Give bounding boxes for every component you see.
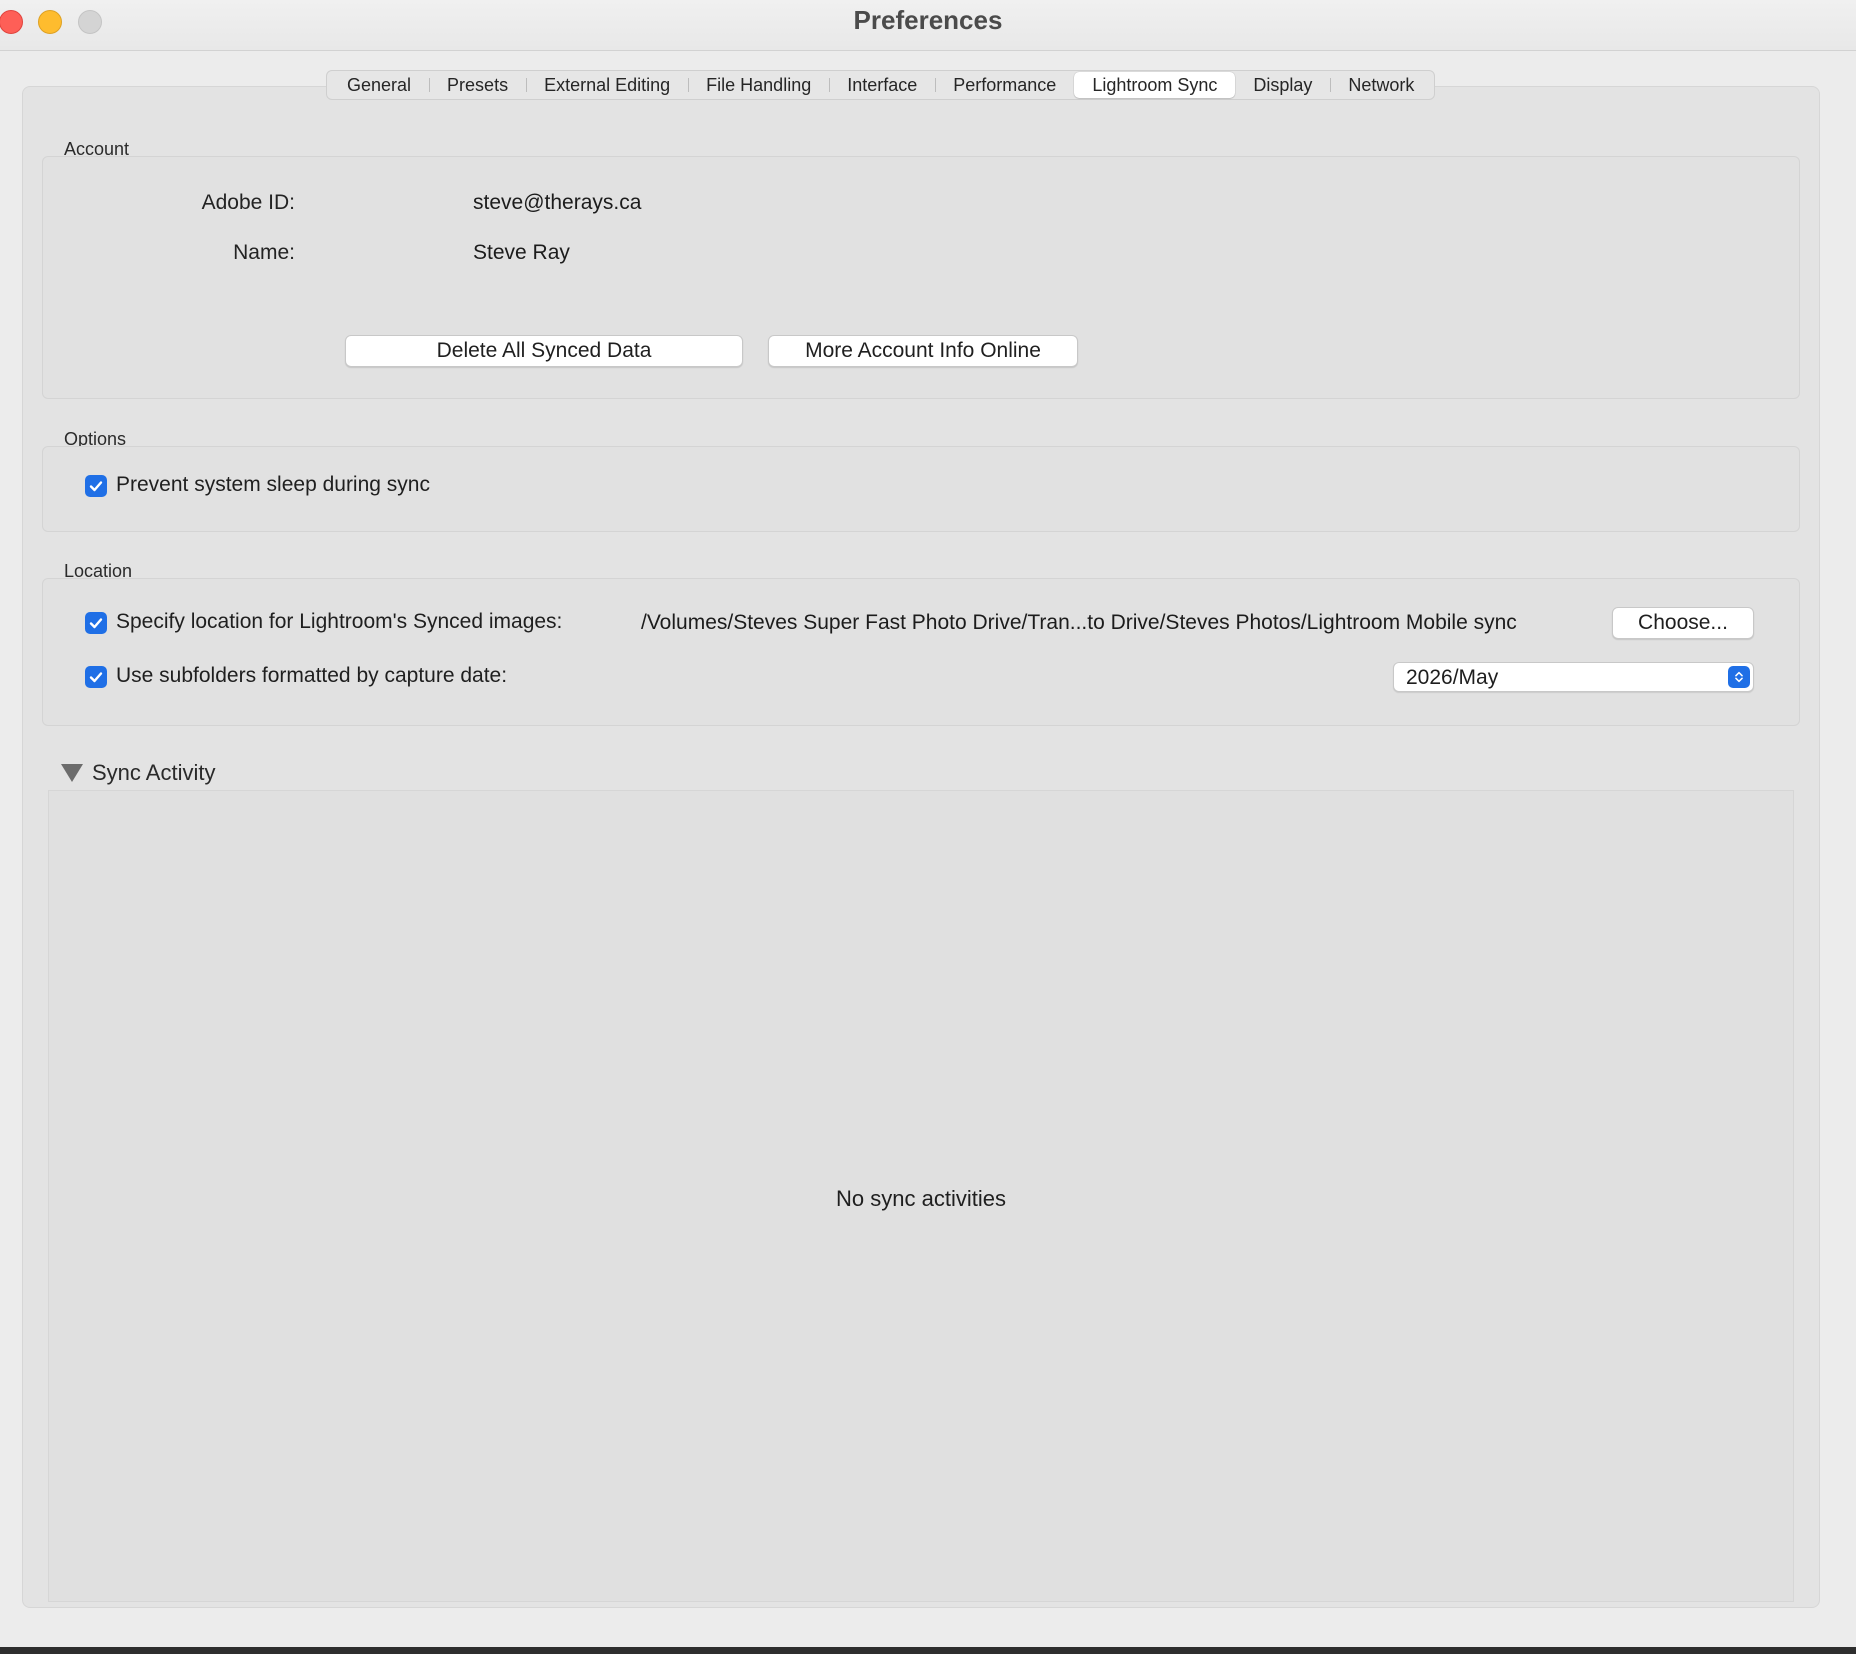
- disclosure-triangle-icon[interactable]: [61, 764, 83, 782]
- tab-external-editing[interactable]: External Editing: [526, 72, 688, 98]
- adobe-id-label: Adobe ID:: [201, 191, 295, 214]
- tab-display[interactable]: Display: [1235, 72, 1330, 98]
- name-label: Name:: [233, 241, 295, 264]
- specify-location-label: Specify location for Lightroom's Synced …: [116, 610, 563, 633]
- more-account-info-button[interactable]: More Account Info Online: [768, 335, 1078, 367]
- location-group: Specify location for Lightroom's Synced …: [42, 578, 1800, 726]
- delete-all-synced-data-button[interactable]: Delete All Synced Data: [345, 335, 743, 367]
- checkmark-icon: [89, 618, 103, 629]
- name-value: Steve Ray: [473, 241, 570, 264]
- date-format-select[interactable]: 2026/May: [1393, 662, 1754, 692]
- tab-lightroom-sync[interactable]: Lightroom Sync: [1074, 72, 1236, 98]
- synced-images-path: /Volumes/Steves Super Fast Photo Drive/T…: [641, 611, 1517, 634]
- window-title: Preferences: [853, 5, 1003, 35]
- prevent-sleep-checkbox[interactable]: [85, 475, 107, 497]
- adobe-id-value: steve@therays.ca: [473, 191, 642, 214]
- sync-activity-title[interactable]: Sync Activity: [92, 760, 215, 786]
- sync-activity-list: No sync activities: [48, 790, 1794, 1602]
- account-group: Adobe ID: steve@therays.ca Name: Steve R…: [42, 156, 1800, 399]
- preferences-tab-bar: General Presets External Editing File Ha…: [326, 70, 1436, 100]
- checkmark-icon: [89, 672, 103, 683]
- specify-location-checkbox[interactable]: [85, 612, 107, 634]
- tab-general[interactable]: General: [329, 72, 429, 98]
- options-group: Prevent system sleep during sync: [42, 446, 1800, 532]
- tab-performance[interactable]: Performance: [935, 72, 1074, 98]
- preferences-window: Preferences General Presets External Edi…: [0, 0, 1856, 1647]
- sync-activity-empty-message: No sync activities: [836, 1186, 1006, 1211]
- tab-network[interactable]: Network: [1330, 72, 1432, 98]
- checkmark-icon: [89, 481, 103, 492]
- prevent-sleep-label: Prevent system sleep during sync: [116, 473, 430, 496]
- tab-file-handling[interactable]: File Handling: [688, 72, 829, 98]
- tab-interface[interactable]: Interface: [829, 72, 935, 98]
- use-subfolders-checkbox[interactable]: [85, 666, 107, 688]
- use-subfolders-label: Use subfolders formatted by capture date…: [116, 664, 508, 687]
- choose-location-button[interactable]: Choose...: [1612, 607, 1754, 639]
- select-stepper-icon: [1728, 666, 1750, 688]
- tab-presets[interactable]: Presets: [429, 72, 526, 98]
- title-bar: Preferences: [0, 0, 1856, 51]
- date-format-value: 2026/May: [1406, 666, 1499, 689]
